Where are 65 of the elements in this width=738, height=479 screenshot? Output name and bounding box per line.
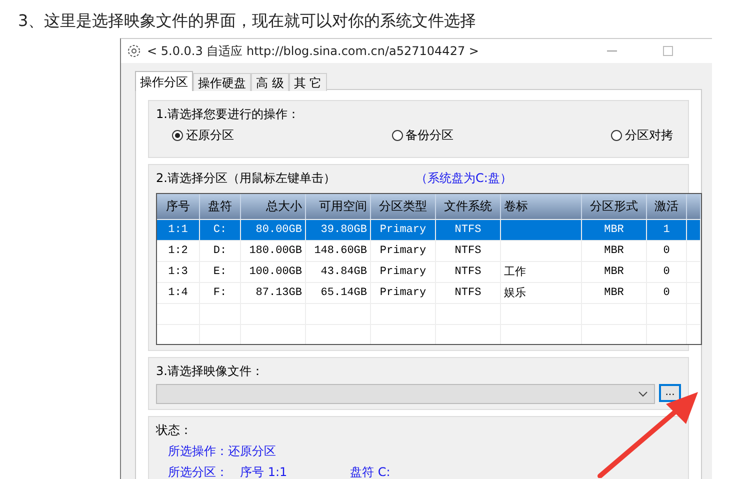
app-icon	[127, 44, 141, 58]
radio-option[interactable]: 分区对拷	[611, 127, 673, 144]
table-cell: 148.60GB	[314, 245, 367, 257]
table-cell: Primary	[380, 224, 426, 236]
table-cell: F:	[213, 287, 227, 299]
table-row[interactable]: 1:3 E: 100.00GB 43.84GB Primary NTFS 工作 MBR 0	[157, 261, 701, 282]
chevron-down-icon	[638, 391, 648, 397]
table-cell: E:	[213, 266, 227, 278]
radio-label: 备份分区	[406, 127, 454, 144]
radio-button[interactable]	[611, 130, 622, 141]
table-cell: 0	[663, 266, 670, 278]
table-cell: 180.00GB	[249, 245, 302, 257]
table-cell: MBR	[604, 287, 624, 299]
radio-option[interactable]: 还原分区	[172, 127, 234, 144]
table-cell: 80.00GB	[256, 224, 302, 236]
table-cell: MBR	[604, 245, 624, 257]
browse-button[interactable]: ...	[659, 384, 681, 402]
radio-option[interactable]: 备份分区	[392, 127, 454, 144]
group-label: 1.请选择您要进行的操作：	[156, 106, 300, 123]
table-cell: 娱乐	[504, 286, 526, 299]
table-cell: 1	[663, 224, 670, 236]
radio-button[interactable]	[392, 130, 402, 141]
table-cell: 65.14GB	[320, 287, 367, 299]
table-cell: D:	[213, 245, 227, 257]
group-label: 2.请选择分区（用鼠标左键单击）	[156, 170, 336, 187]
table-cell: NTFS	[454, 245, 482, 257]
tab[interactable]: 其 它	[288, 73, 327, 91]
tab[interactable]: 操作硬盘	[193, 73, 251, 91]
heading-text: 3、这里是选择映象文件的界面，现在就可以对你的系统文件选择	[18, 10, 478, 32]
table-cell: C:	[213, 224, 227, 236]
table-cell: 87.13GB	[256, 287, 302, 299]
table-cell: NTFS	[454, 224, 482, 236]
table-cell: 1:4	[168, 287, 188, 299]
table-cell: 100.00GB	[249, 266, 302, 278]
table-cell: 0	[663, 245, 670, 257]
table-cell: MBR	[604, 266, 624, 278]
table-cell: 1:3	[168, 266, 188, 278]
tab[interactable]: 高 级	[251, 73, 289, 91]
radio-label: 分区对拷	[625, 127, 673, 144]
tab[interactable]: 操作分区	[135, 71, 193, 91]
table-cell: 1:2	[168, 245, 188, 257]
table-cell: 工作	[504, 265, 526, 278]
table-row[interactable]: 1:2 D: 180.00GB 148.60GB Primary NTFS MBR 0	[157, 240, 701, 261]
status-text: 所选分区：	[168, 464, 228, 479]
table-cell: 43.84GB	[320, 266, 367, 278]
status-text: 序号 1:1	[240, 464, 288, 479]
table-cell: Primary	[380, 287, 426, 299]
window-title: < 5.0.0.3 自适应 http://blog.sina.com.cn/a527104427 >	[147, 42, 480, 60]
table-cell: 0	[663, 287, 670, 299]
table-cell: MBR	[604, 224, 624, 236]
table-cell: 39.80GB	[320, 224, 367, 236]
table-row[interactable]: 1:4 F: 87.13GB 65.14GB Primary NTFS 娱乐 MBR 0	[157, 282, 701, 303]
status-text: 所选操作：还原分区	[168, 443, 276, 460]
group-label: 3.请选择映像文件：	[156, 363, 264, 380]
note-text: （系统盘为C:盘）	[415, 170, 512, 187]
radio-label: 还原分区	[186, 127, 234, 144]
table-cell: Primary	[380, 245, 426, 257]
group-label: 状态：	[156, 422, 193, 439]
radio-button[interactable]	[172, 130, 183, 141]
table-row[interactable]: 1:1 C: 80.00GB 39.80GB Primary NTFS MBR 1	[157, 219, 701, 240]
status-text: 盘符 C:	[350, 464, 390, 479]
table-cell: 1:1	[168, 224, 188, 236]
table-cell: Primary	[380, 266, 426, 278]
table-cell: NTFS	[454, 287, 482, 299]
table-cell: NTFS	[454, 266, 482, 278]
